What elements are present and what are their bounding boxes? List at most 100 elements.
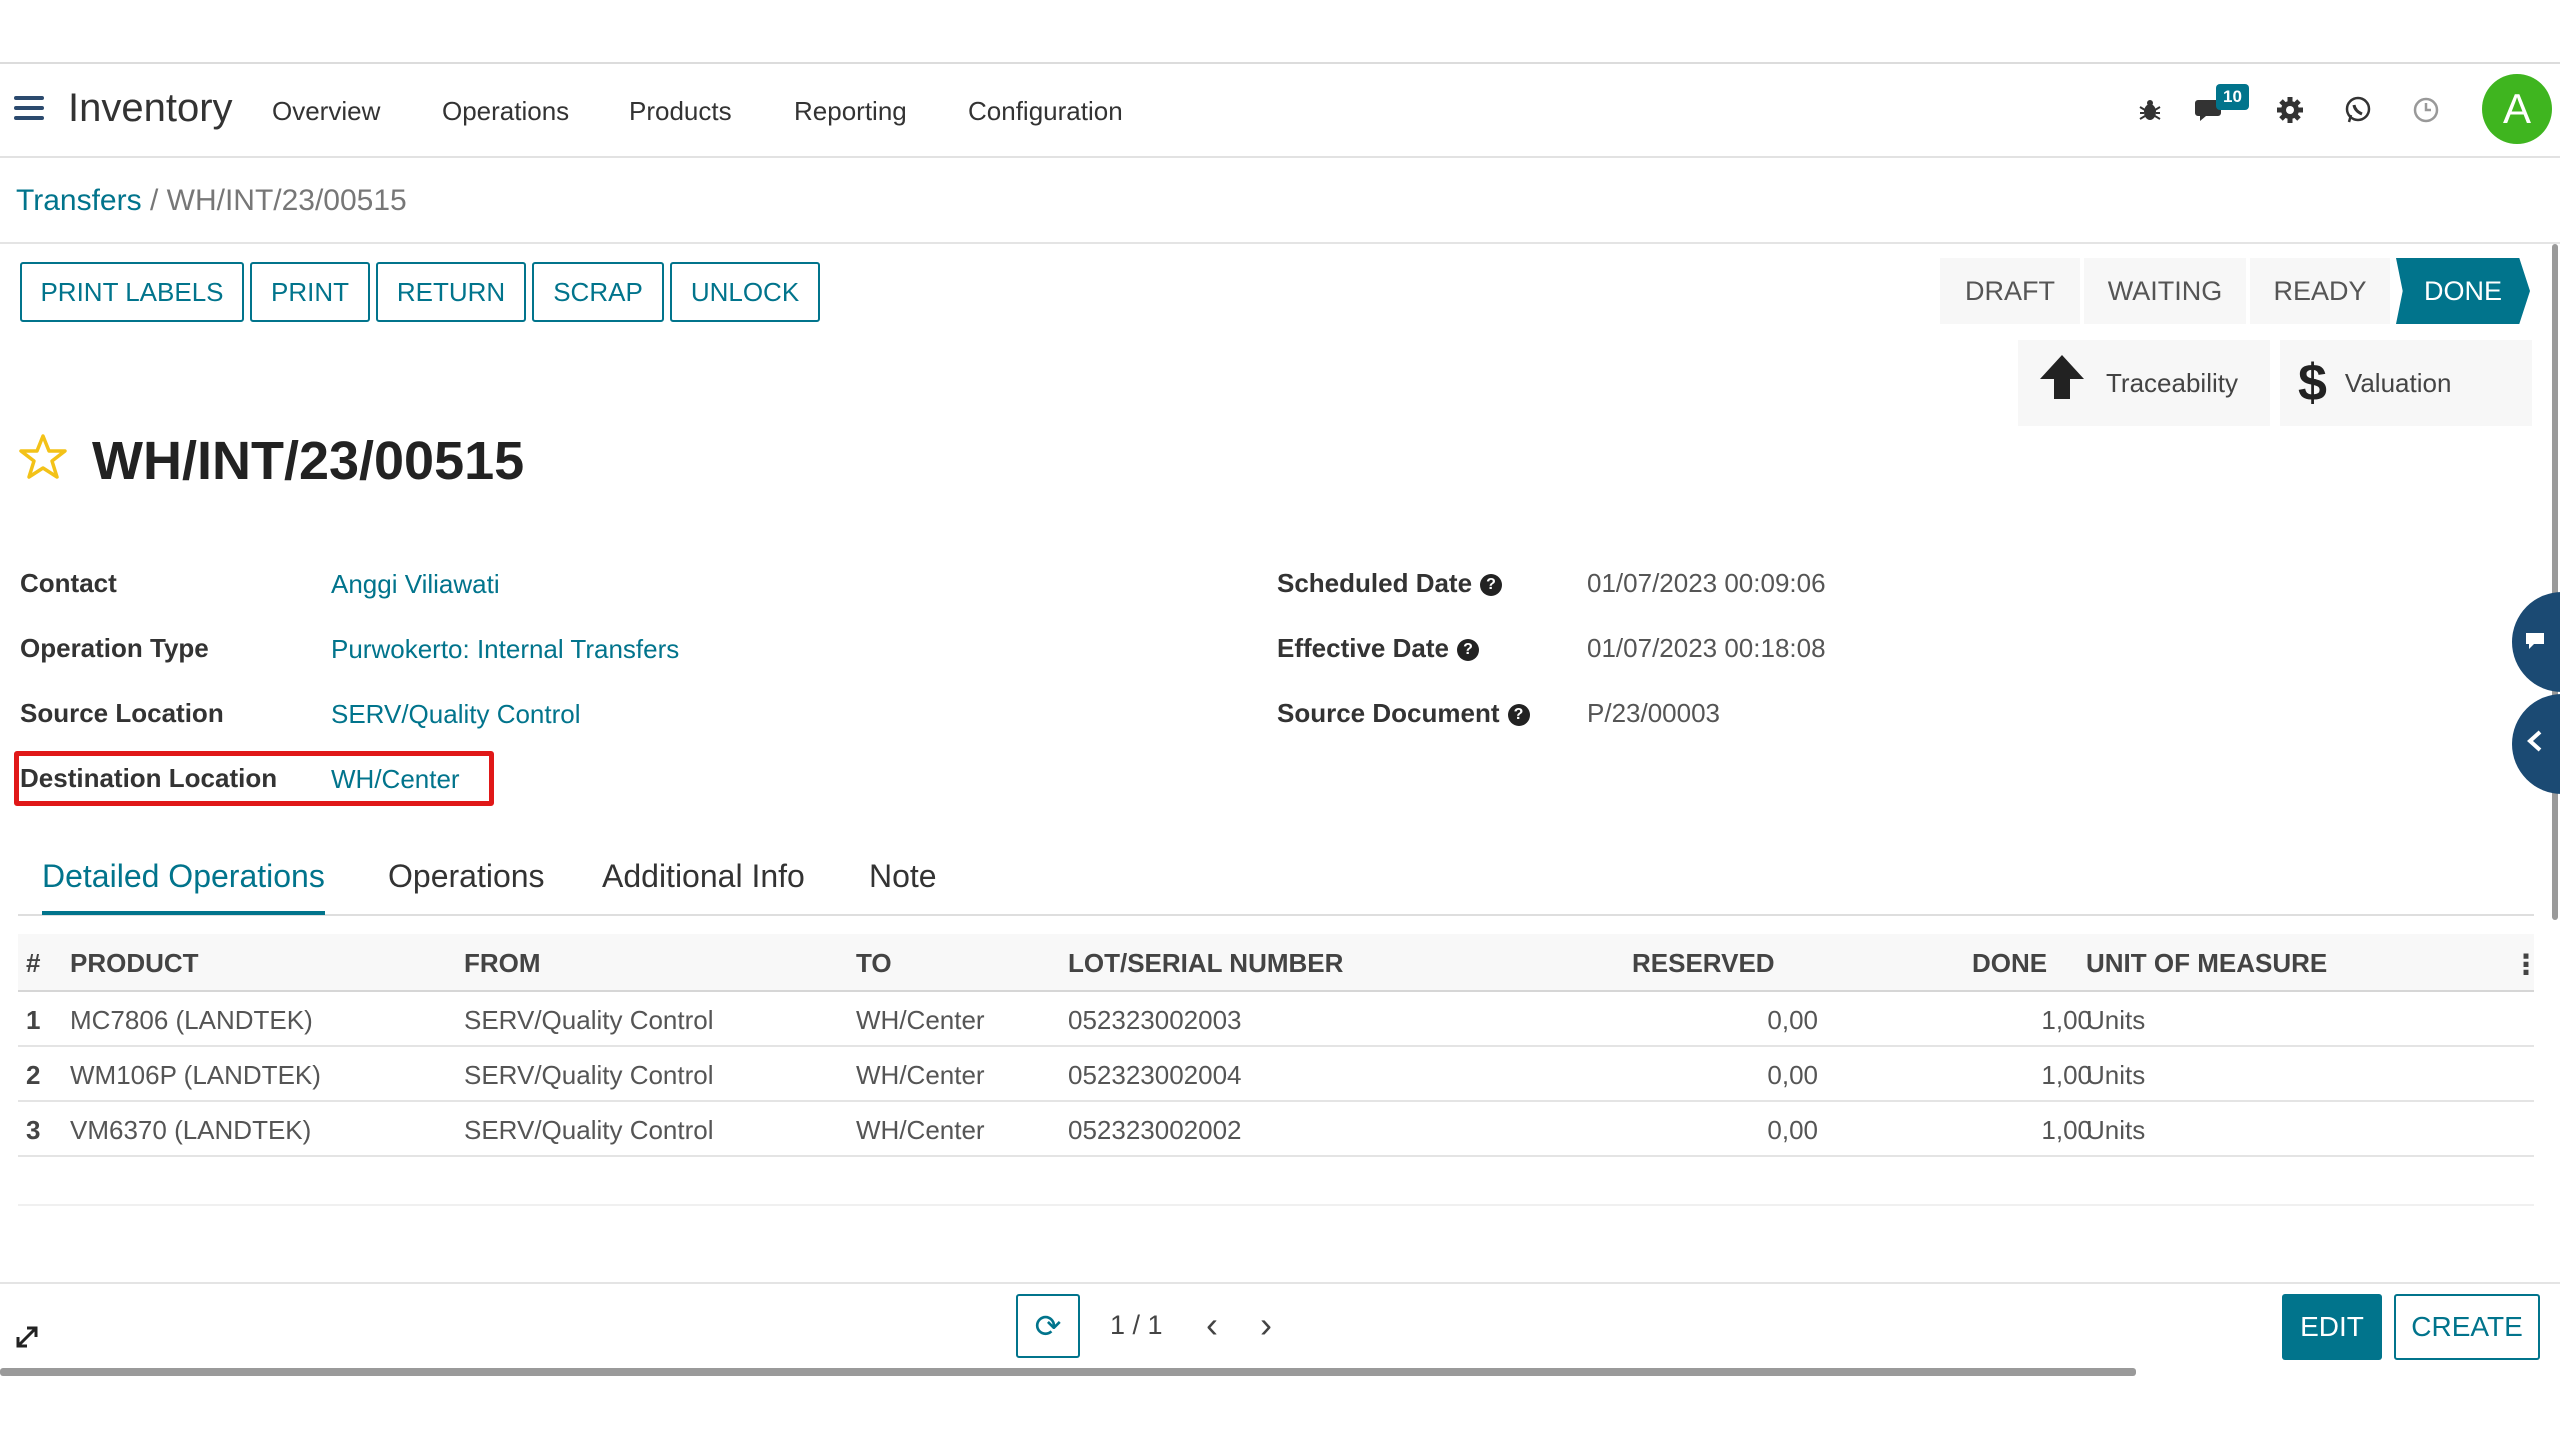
row-done: 1,00 xyxy=(2041,1115,2092,1145)
notebook-tabs: Detailed Operations Operations Additiona… xyxy=(18,850,2534,916)
scrap-button[interactable]: SCRAP xyxy=(532,262,664,322)
table-row[interactable]: 3 VM6370 (LANDTEK) SERV/Quality Control … xyxy=(18,1102,2534,1157)
breadcrumb: Transfers / WH/INT/23/00515 xyxy=(16,184,407,218)
bug-icon[interactable] xyxy=(2132,92,2168,128)
scheduled-date-label-text: Scheduled Date xyxy=(1277,568,1473,598)
row-to: WH/Center xyxy=(856,1115,985,1145)
menu-operations[interactable]: Operations xyxy=(442,96,569,127)
column-header-number: # xyxy=(26,948,41,978)
table-row[interactable]: 1 MC7806 (LANDTEK) SERV/Quality Control … xyxy=(18,992,2534,1047)
record-title-row: WH/INT/23/00515 xyxy=(18,430,524,492)
chevron-right-icon[interactable]: › xyxy=(1260,1304,1272,1346)
row-product: WM106P (LANDTEK) xyxy=(70,1060,321,1090)
row-reserved: 0,00 xyxy=(1767,1005,1818,1035)
print-button[interactable]: PRINT xyxy=(250,262,370,322)
chevron-left-icon[interactable]: ‹ xyxy=(1206,1304,1218,1346)
unlock-button[interactable]: UNLOCK xyxy=(670,262,820,322)
traceability-button[interactable]: Traceability xyxy=(2018,340,2270,426)
source-document-value: P/23/00003 xyxy=(1587,698,1721,728)
gear-icon[interactable] xyxy=(2272,92,2308,128)
row-unit: Units xyxy=(2086,1005,2146,1035)
row-lot-serial: 052323002004 xyxy=(1068,1060,1242,1090)
row-lot-serial: 052323002002 xyxy=(1068,1115,1242,1145)
destination-location-value[interactable]: WH/Center xyxy=(331,764,460,795)
row-product: VM6370 (LANDTEK) xyxy=(70,1115,312,1145)
clock-icon[interactable] xyxy=(2408,92,2444,128)
help-icon[interactable]: ? xyxy=(1507,704,1530,727)
refresh-icon: ⟳ xyxy=(1034,1308,1062,1344)
expand-icon[interactable] xyxy=(14,1324,40,1358)
contact-label: Contact xyxy=(20,568,117,598)
app-name[interactable]: Inventory xyxy=(68,86,233,131)
contact-value[interactable]: Anggi Viliawati xyxy=(331,569,500,600)
source-location-label: Source Location xyxy=(20,698,224,728)
column-options-icon[interactable]: ⋮ xyxy=(2512,948,2540,981)
menu-reporting[interactable]: Reporting xyxy=(794,96,907,127)
tab-additional-info[interactable]: Additional Info xyxy=(602,858,805,911)
breadcrumb-divider xyxy=(0,242,2560,244)
breadcrumb-current: WH/INT/23/00515 xyxy=(166,184,407,217)
chat-bubble-icon xyxy=(2524,625,2546,659)
column-header-unit-of-measure[interactable]: UNIT OF MEASURE xyxy=(2086,948,2327,979)
effective-date-label-text: Effective Date xyxy=(1277,633,1449,663)
table-empty-area-line xyxy=(18,1204,2534,1206)
help-icon[interactable]: ? xyxy=(1456,639,1479,662)
message-count-badge: 10 xyxy=(2216,84,2249,110)
destination-location-label: Destination Location xyxy=(20,763,278,793)
tab-detailed-operations[interactable]: Detailed Operations xyxy=(42,858,325,915)
side-collapse-tab[interactable] xyxy=(2512,694,2560,794)
star-icon[interactable] xyxy=(18,433,68,490)
tab-note[interactable]: Note xyxy=(869,858,937,911)
hamburger-menu-icon[interactable] xyxy=(14,96,44,122)
footer-bar: ⟳ 1 / 1 ‹ › EDIT CREATE xyxy=(0,1282,2560,1378)
table-row[interactable]: 2 WM106P (LANDTEK) SERV/Quality Control … xyxy=(18,1047,2534,1102)
edit-button[interactable]: EDIT xyxy=(2282,1294,2382,1360)
horizontal-scrollbar[interactable] xyxy=(0,1368,2136,1376)
source-location-value[interactable]: SERV/Quality Control xyxy=(331,699,581,730)
column-header-to[interactable]: TO xyxy=(856,948,892,979)
tab-operations[interactable]: Operations xyxy=(388,858,545,911)
stage-ready[interactable]: READY xyxy=(2250,258,2390,324)
operation-type-value[interactable]: Purwokerto: Internal Transfers xyxy=(331,634,679,665)
stage-waiting[interactable]: WAITING xyxy=(2084,258,2246,324)
create-button[interactable]: CREATE xyxy=(2394,1294,2540,1360)
row-unit: Units xyxy=(2086,1115,2146,1145)
vertical-scrollbar[interactable] xyxy=(2552,244,2558,920)
breadcrumb-transfers-link[interactable]: Transfers xyxy=(16,184,142,217)
refresh-button[interactable]: ⟳ xyxy=(1016,1294,1080,1358)
menu-products[interactable]: Products xyxy=(629,96,732,127)
help-icon[interactable]: ? xyxy=(1480,574,1503,597)
scheduled-date-value: 01/07/2023 00:09:06 xyxy=(1587,568,1826,598)
pager-value[interactable]: 1 / 1 xyxy=(1110,1310,1163,1341)
side-chat-tab[interactable] xyxy=(2512,592,2560,692)
row-done: 1,00 xyxy=(2041,1005,2092,1035)
stage-done[interactable]: DONE xyxy=(2396,258,2530,324)
row-done: 1,00 xyxy=(2041,1060,2092,1090)
dollar-icon: $ xyxy=(2298,354,2327,412)
column-header-from[interactable]: FROM xyxy=(464,948,541,979)
browser-top-strip xyxy=(0,0,2560,64)
row-lot-serial: 052323002003 xyxy=(1068,1005,1242,1035)
column-header-reserved[interactable]: RESERVED xyxy=(1632,948,1775,979)
source-document-label: Source Document? xyxy=(1277,698,1530,729)
whatsapp-icon[interactable] xyxy=(2340,92,2376,128)
print-labels-button[interactable]: PRINT LABELS xyxy=(20,262,244,322)
stage-draft[interactable]: DRAFT xyxy=(1940,258,2080,324)
operation-type-label: Operation Type xyxy=(20,633,209,663)
user-avatar[interactable]: A xyxy=(2482,74,2552,144)
row-from: SERV/Quality Control xyxy=(464,1005,714,1035)
menu-overview[interactable]: Overview xyxy=(272,96,380,127)
row-number: 3 xyxy=(26,1115,41,1145)
table-header: # PRODUCT FROM TO LOT/SERIAL NUMBER RESE… xyxy=(18,934,2540,992)
row-unit: Units xyxy=(2086,1060,2146,1090)
return-button[interactable]: RETURN xyxy=(376,262,526,322)
arrow-up-icon xyxy=(2036,351,2088,416)
valuation-button[interactable]: $ Valuation xyxy=(2280,340,2532,426)
column-header-done[interactable]: DONE xyxy=(1972,948,2047,979)
row-from: SERV/Quality Control xyxy=(464,1115,714,1145)
effective-date-label: Effective Date? xyxy=(1277,633,1479,664)
menu-configuration[interactable]: Configuration xyxy=(968,96,1123,127)
row-from: SERV/Quality Control xyxy=(464,1060,714,1090)
column-header-product[interactable]: PRODUCT xyxy=(70,948,199,979)
column-header-lot-serial[interactable]: LOT/SERIAL NUMBER xyxy=(1068,948,1343,979)
